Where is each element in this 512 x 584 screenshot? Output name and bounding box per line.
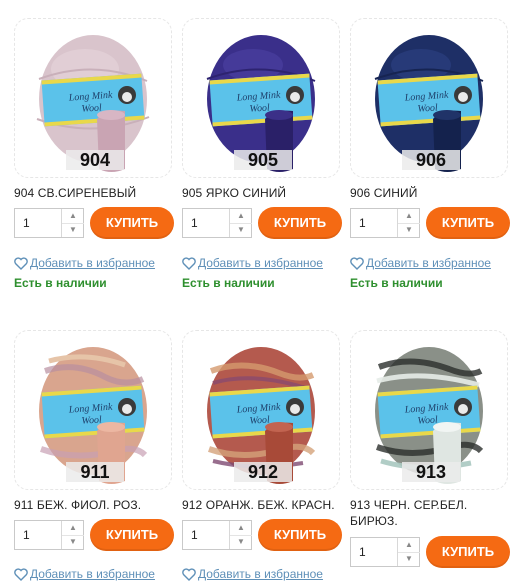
quantity-value[interactable]: 1	[359, 545, 366, 559]
chevron-up-icon[interactable]: ▲	[397, 209, 420, 224]
heart-icon	[182, 257, 196, 273]
quantity-value[interactable]: 1	[359, 216, 366, 230]
add-to-favorites-link[interactable]: Добавить в избранное	[350, 256, 512, 273]
buy-button[interactable]: КУПИТЬ	[258, 519, 342, 551]
add-to-favorites-link[interactable]: Добавить в избранное	[14, 256, 184, 273]
chevron-down-icon[interactable]: ▼	[229, 535, 252, 549]
stock-status: Есть в наличии	[350, 276, 443, 290]
favorite-label: Добавить в избранное	[198, 567, 323, 581]
product-title[interactable]: 904 СВ.СИРЕНЕВЫЙ	[14, 185, 182, 201]
quantity-stepper[interactable]: 1 ▲ ▼	[14, 208, 84, 238]
buy-button[interactable]: КУПИТЬ	[258, 207, 342, 239]
heart-icon	[350, 257, 364, 273]
chevron-down-icon[interactable]: ▼	[397, 552, 420, 566]
favorite-label: Добавить в избранное	[30, 567, 155, 581]
product-title[interactable]: 913 ЧЕРН. СЕР.БЕЛ. БИРЮЗ.	[350, 497, 512, 529]
quantity-stepper[interactable]: 1 ▲ ▼	[350, 537, 420, 567]
quantity-value[interactable]: 1	[191, 528, 198, 542]
chevron-up-icon[interactable]: ▲	[229, 209, 252, 224]
buy-button[interactable]: КУПИТЬ	[426, 207, 510, 239]
chevron-up-icon[interactable]: ▲	[61, 521, 84, 536]
product-code: 911	[66, 462, 124, 482]
buy-button[interactable]: КУПИТЬ	[90, 519, 174, 551]
quantity-stepper[interactable]: 1 ▲ ▼	[182, 208, 252, 238]
favorite-label: Добавить в избранное	[366, 256, 491, 270]
product-title[interactable]: 906 СИНИЙ	[350, 185, 512, 201]
product-code: 904	[66, 150, 124, 170]
add-to-favorites-link[interactable]: Добавить в избранное	[182, 567, 352, 584]
heart-icon	[182, 568, 196, 584]
quantity-value[interactable]: 1	[23, 216, 30, 230]
quantity-value[interactable]: 1	[191, 216, 198, 230]
chevron-up-icon[interactable]: ▲	[61, 209, 84, 224]
favorite-label: Добавить в избранное	[198, 256, 323, 270]
favorite-label: Добавить в избранное	[30, 256, 155, 270]
heart-icon	[14, 568, 28, 584]
chevron-down-icon[interactable]: ▼	[61, 535, 84, 549]
product-code: 912	[234, 462, 292, 482]
heart-icon	[14, 257, 28, 273]
stock-status: Есть в наличии	[14, 276, 107, 290]
chevron-down-icon[interactable]: ▼	[229, 223, 252, 237]
add-to-favorites-link[interactable]: Добавить в избранное	[182, 256, 352, 273]
quantity-stepper[interactable]: 1 ▲ ▼	[350, 208, 420, 238]
buy-button[interactable]: КУПИТЬ	[90, 207, 174, 239]
add-to-favorites-link[interactable]: Добавить в избранное	[14, 567, 184, 584]
quantity-stepper[interactable]: 1 ▲ ▼	[14, 520, 84, 550]
quantity-stepper[interactable]: 1 ▲ ▼	[182, 520, 252, 550]
chevron-down-icon[interactable]: ▼	[61, 223, 84, 237]
buy-button[interactable]: КУПИТЬ	[426, 536, 510, 568]
product-title[interactable]: 912 ОРАНЖ. БЕЖ. КРАСН.	[182, 497, 350, 513]
product-title[interactable]: 905 ЯРКО СИНИЙ	[182, 185, 350, 201]
product-title[interactable]: 911 БЕЖ. ФИОЛ. РОЗ.	[14, 497, 182, 513]
product-code: 906	[402, 150, 460, 170]
product-code: 905	[234, 150, 292, 170]
chevron-up-icon[interactable]: ▲	[229, 521, 252, 536]
chevron-down-icon[interactable]: ▼	[397, 223, 420, 237]
product-code: 913	[402, 462, 460, 482]
quantity-value[interactable]: 1	[23, 528, 30, 542]
chevron-up-icon[interactable]: ▲	[397, 538, 420, 553]
stock-status: Есть в наличии	[182, 276, 275, 290]
